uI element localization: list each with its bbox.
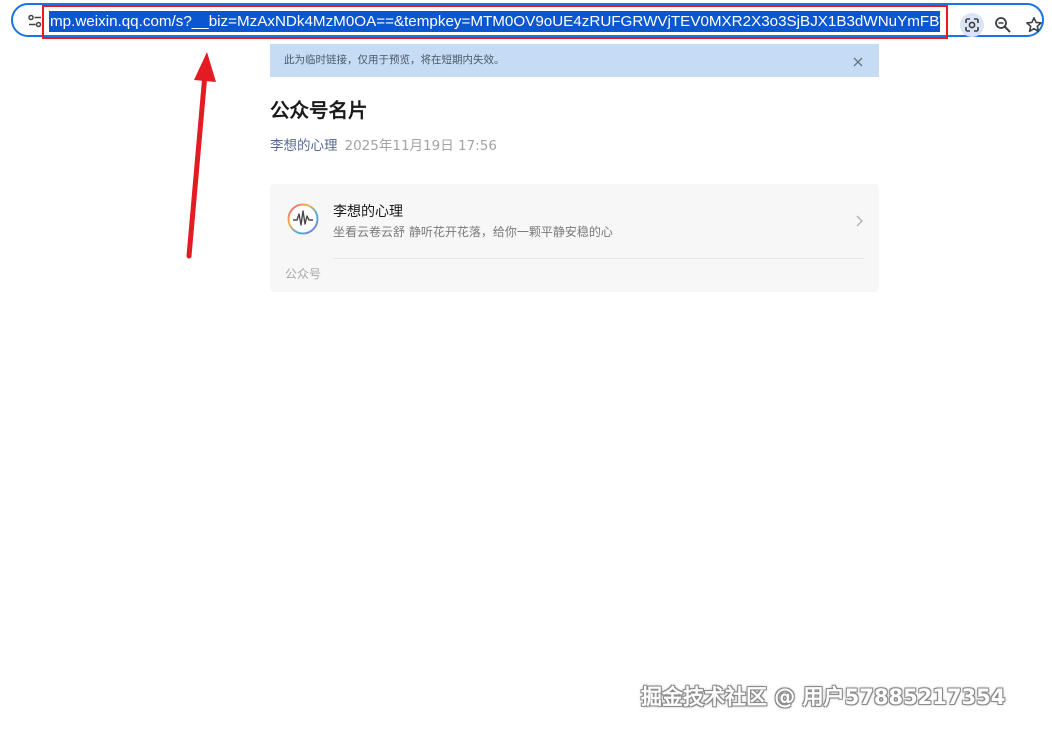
chevron-right-icon[interactable] [855, 213, 865, 227]
google-lens-icon[interactable] [960, 13, 984, 37]
preview-banner: 此为临时链接，仅用于预览，将在短期内失效。 [270, 44, 879, 77]
card-divider [333, 258, 864, 259]
zoom-icon[interactable] [992, 14, 1014, 36]
account-name: 李想的心理 [333, 204, 403, 220]
tune-icon[interactable] [27, 13, 43, 29]
star-icon[interactable] [1023, 14, 1045, 36]
banner-text: 此为临时链接，仅用于预览，将在短期内失效。 [284, 54, 505, 66]
publish-date: 2025年11月19日 17:56 [344, 138, 497, 154]
account-type-label: 公众号 [285, 267, 322, 281]
account-description: 坐看云卷云舒 静听花开花落，给你一颗平静安稳的心 [333, 225, 613, 239]
waveform-avatar-icon [286, 202, 320, 236]
url-annotation-box [42, 5, 948, 39]
article-meta: 李想的心理 2025年11月19日 17:56 [270, 137, 497, 155]
page-title: 公众号名片 [270, 99, 368, 122]
page: mp.weixin.qq.com/s?__biz=MzAxNDk4MzM0OA=… [0, 0, 1052, 732]
watermark: 掘金技术社区 @ 用户57885217354 [641, 685, 1006, 709]
account-card[interactable]: 李想的心理 坐看云卷云舒 静听花开花落，给你一颗平静安稳的心 公众号 [270, 184, 879, 292]
close-icon[interactable] [851, 54, 865, 68]
author-link[interactable]: 李想的心理 [270, 138, 338, 154]
annotation-arrow-icon [186, 52, 216, 259]
